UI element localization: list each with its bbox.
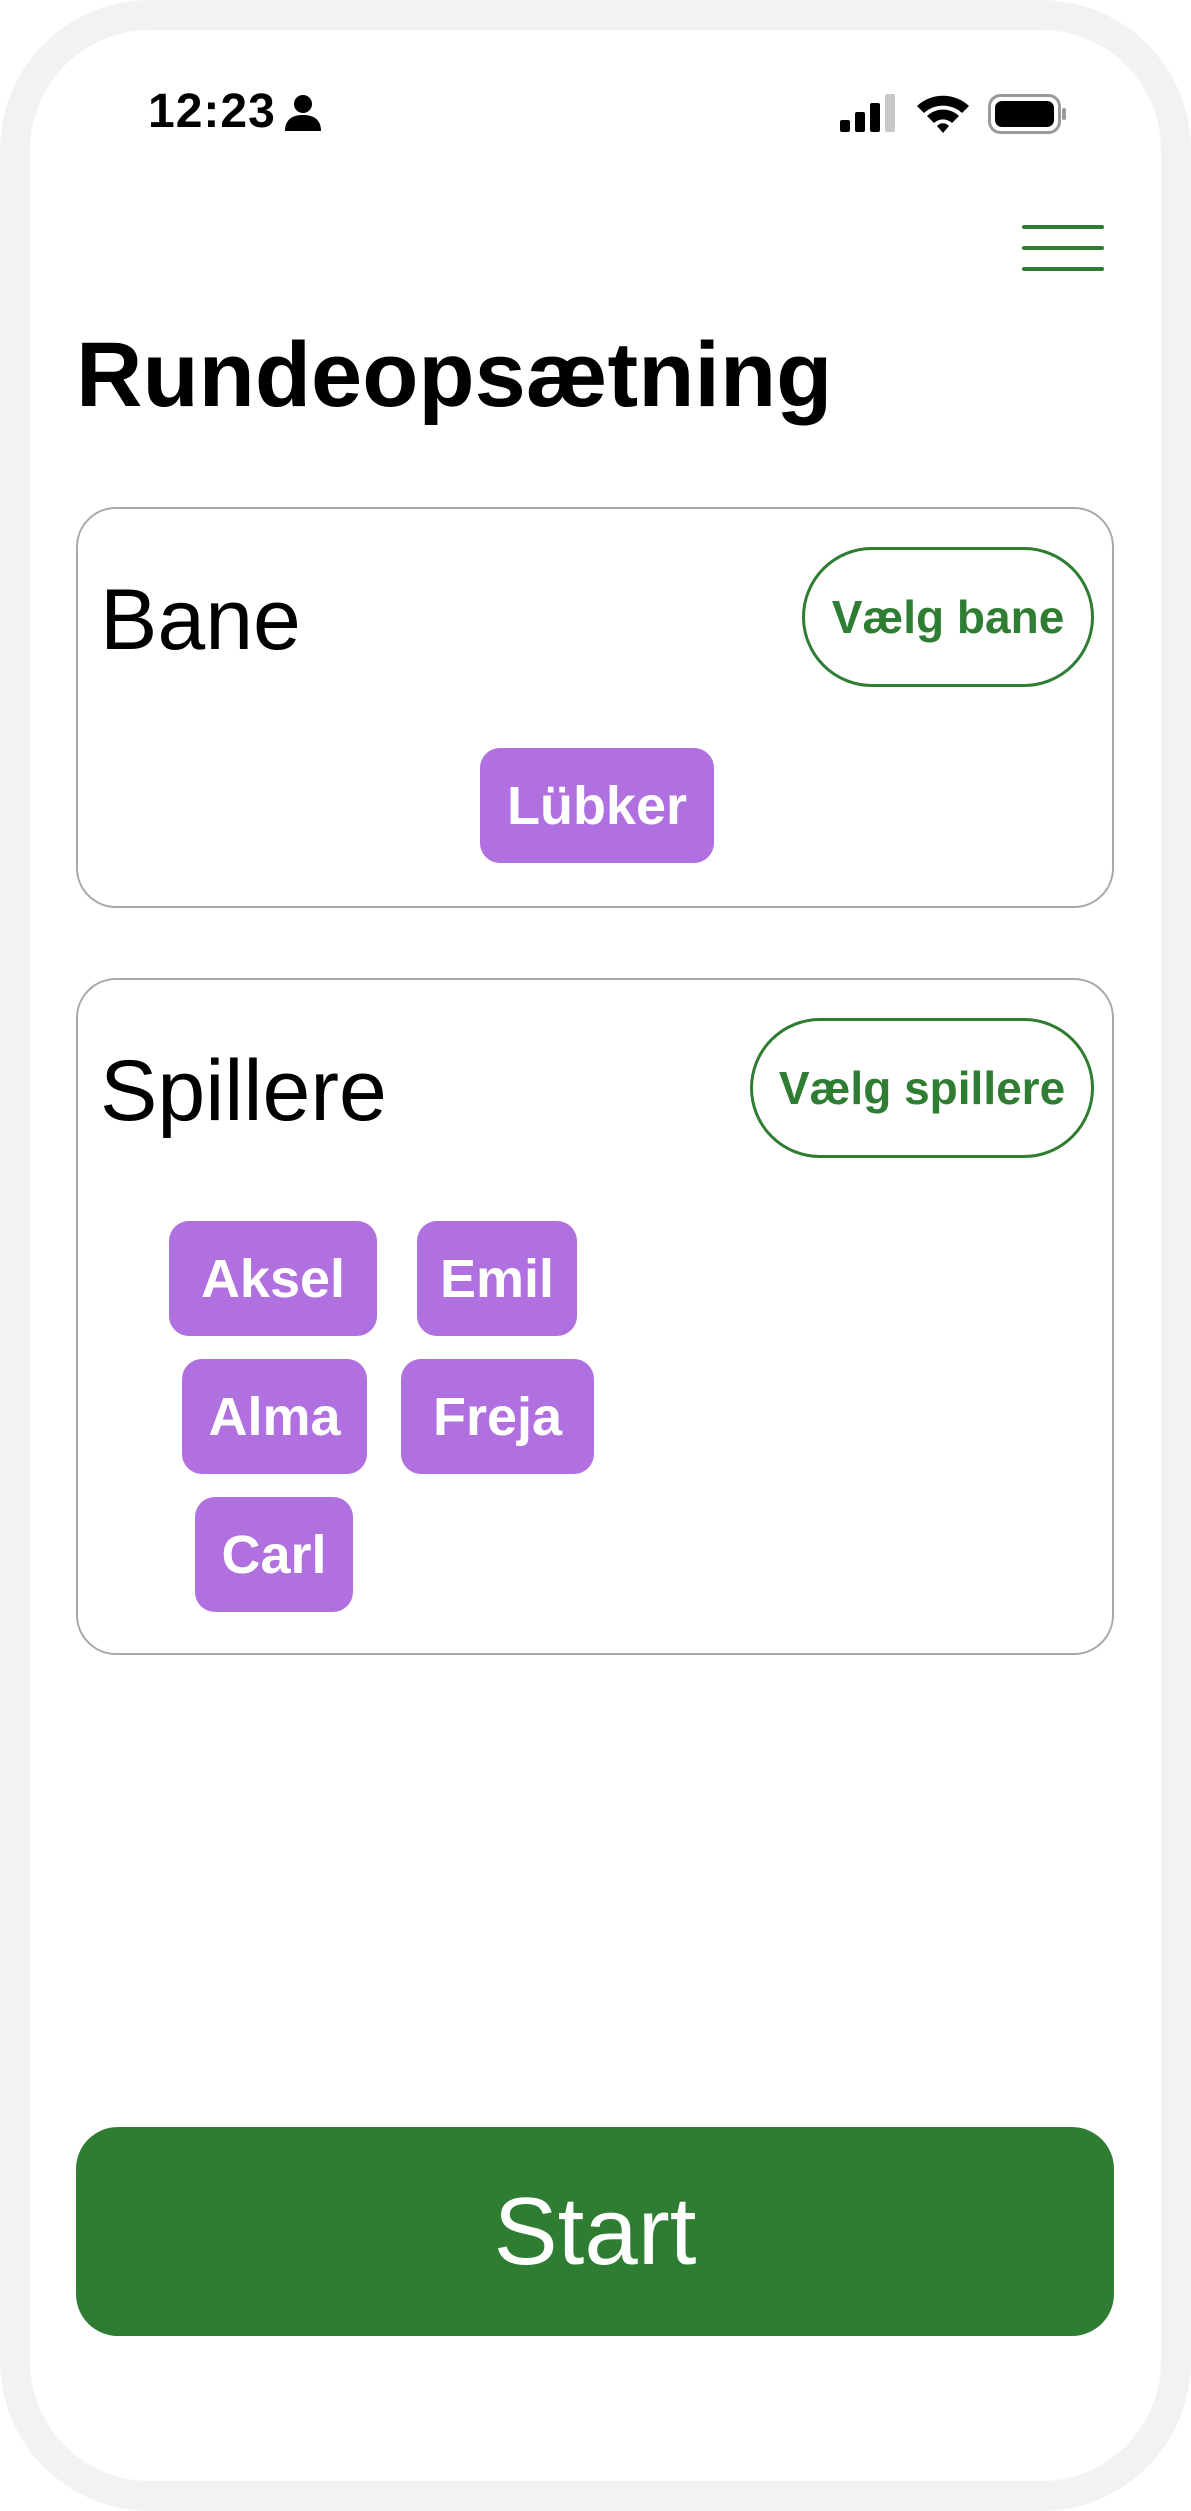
wifi-icon (917, 95, 969, 133)
player-chip: Alma (182, 1359, 367, 1474)
player-chip: Aksel (169, 1221, 377, 1336)
start-button[interactable]: Start (76, 2127, 1114, 2336)
players-section-title: Spillere (100, 1043, 387, 1139)
battery-icon (988, 94, 1066, 134)
course-card: Bane Vælg bane Lübker (76, 507, 1114, 908)
signal-icon (840, 94, 895, 132)
course-section-title: Bane (100, 572, 301, 668)
players-card: Spillere Vælg spillere Aksel Emil Alma F… (76, 978, 1114, 1655)
player-chip: Freja (401, 1359, 594, 1474)
choose-course-button[interactable]: Vælg bane (802, 547, 1094, 687)
choose-players-button[interactable]: Vælg spillere (750, 1018, 1094, 1158)
hamburger-menu-icon[interactable] (1022, 225, 1104, 271)
player-chip: Carl (195, 1497, 353, 1612)
page-title: Rundeopsætning (76, 324, 833, 426)
status-time: 12:23 (148, 85, 276, 138)
course-chip: Lübker (480, 748, 714, 863)
status-bar: 12:23 (0, 0, 1191, 230)
person-icon (285, 95, 321, 131)
player-chip: Emil (417, 1221, 577, 1336)
